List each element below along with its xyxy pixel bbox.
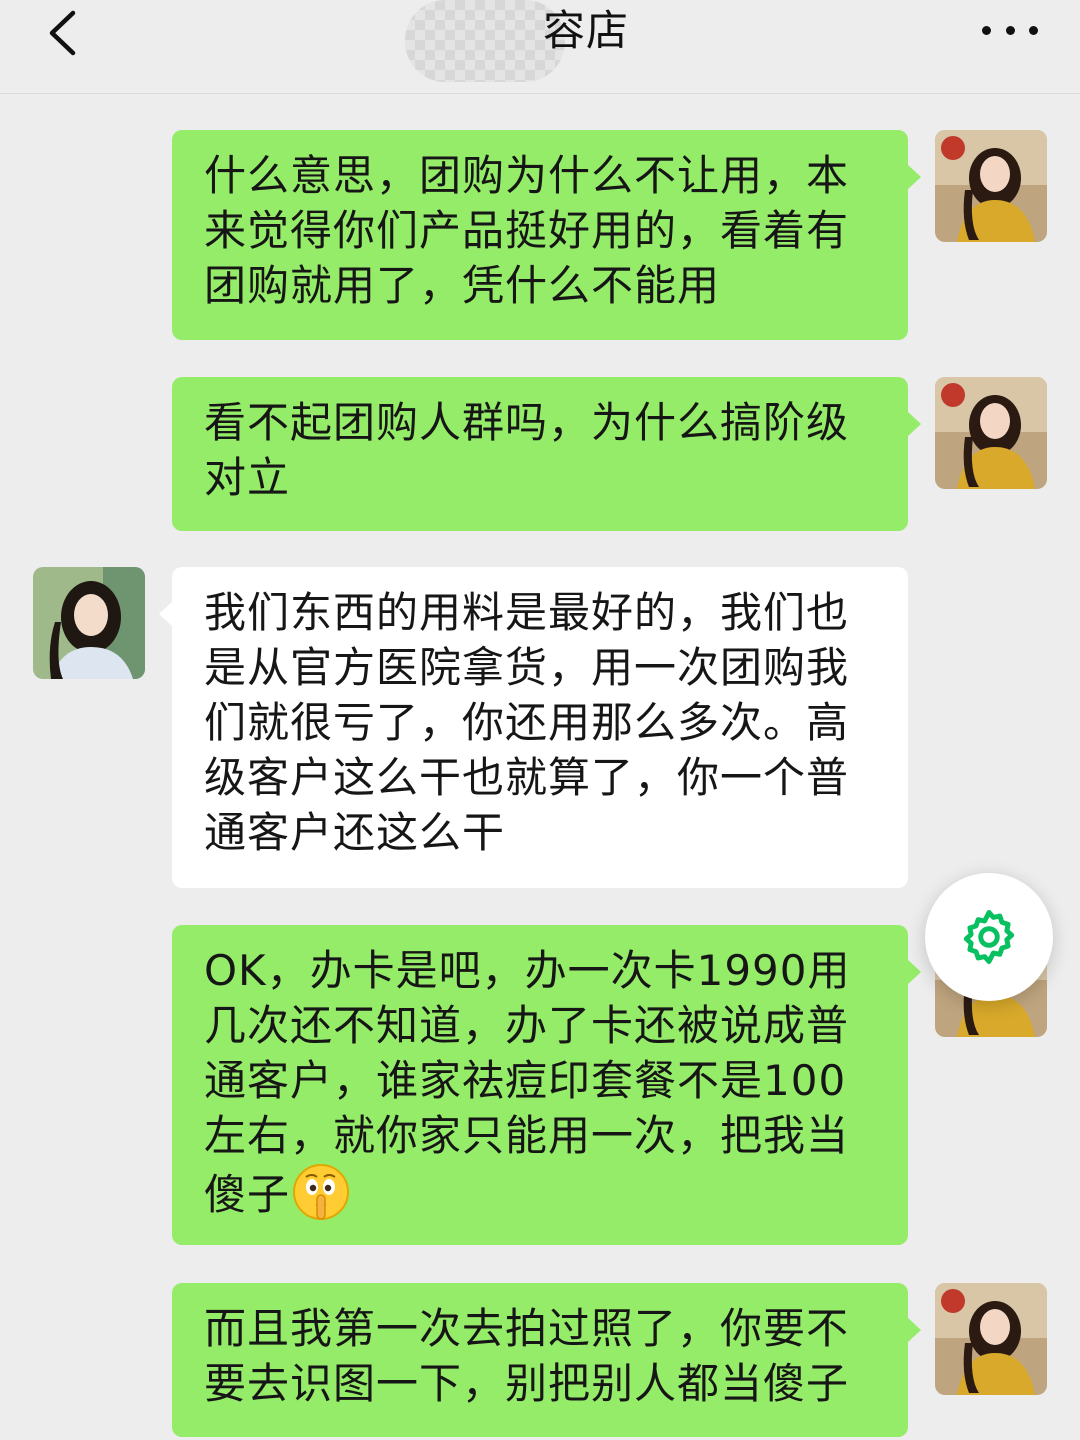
- settings-floating-button[interactable]: [925, 873, 1053, 1001]
- back-button[interactable]: [38, 8, 86, 58]
- message-text: 什么意思，团购为什么不让用，本来觉得你们产品挺好用的，看着有团购就用了，凭什么不…: [204, 151, 850, 310]
- message-text: 我们东西的用料是最好的，我们也是从官方医院拿货，用一次团购我们就很亏了，你还用那…: [204, 588, 850, 857]
- self-avatar[interactable]: [935, 1283, 1047, 1395]
- page-title: 容店: [543, 6, 630, 55]
- chat-screen: 容店 什么意思，团购为什么不让用，本来觉得你们产品挺好用的，看着有团购就用了，凭…: [0, 0, 1080, 1440]
- title-mosaic: [405, 0, 565, 82]
- message-bubble-outgoing[interactable]: 什么意思，团购为什么不让用，本来觉得你们产品挺好用的，看着有团购就用了，凭什么不…: [172, 130, 921, 340]
- message-text: 看不起团购人群吗，为什么搞阶级对立: [204, 398, 850, 502]
- message-bubble-outgoing[interactable]: OK，办卡是吧，办一次卡1990用几次还不知道，办了卡还被说成普通客户，谁家祛痘…: [172, 925, 921, 1245]
- contact-avatar[interactable]: [33, 567, 145, 679]
- self-avatar[interactable]: [935, 130, 1047, 242]
- gear-icon: [963, 910, 1015, 964]
- message-text: 而且我第一次去拍过照了，你要不要去识图一下，别把别人都当傻子: [204, 1304, 850, 1408]
- self-avatar[interactable]: [935, 377, 1047, 489]
- chevron-left-icon: [49, 10, 76, 56]
- message-bubble-incoming[interactable]: 我们东西的用料是最好的，我们也是从官方医院拿货，用一次团购我们就很亏了，你还用那…: [159, 567, 908, 888]
- more-button[interactable]: [982, 14, 1038, 46]
- message-bubble-outgoing[interactable]: 而且我第一次去拍过照了，你要不要去识图一下，别把别人都当傻子: [172, 1283, 921, 1437]
- shushing-face-emoji: [292, 1163, 350, 1221]
- message-bubble-outgoing[interactable]: 看不起团购人群吗，为什么搞阶级对立: [172, 377, 921, 531]
- chat-header: 容店: [0, 0, 1080, 94]
- more-dots-icon: [982, 25, 991, 35]
